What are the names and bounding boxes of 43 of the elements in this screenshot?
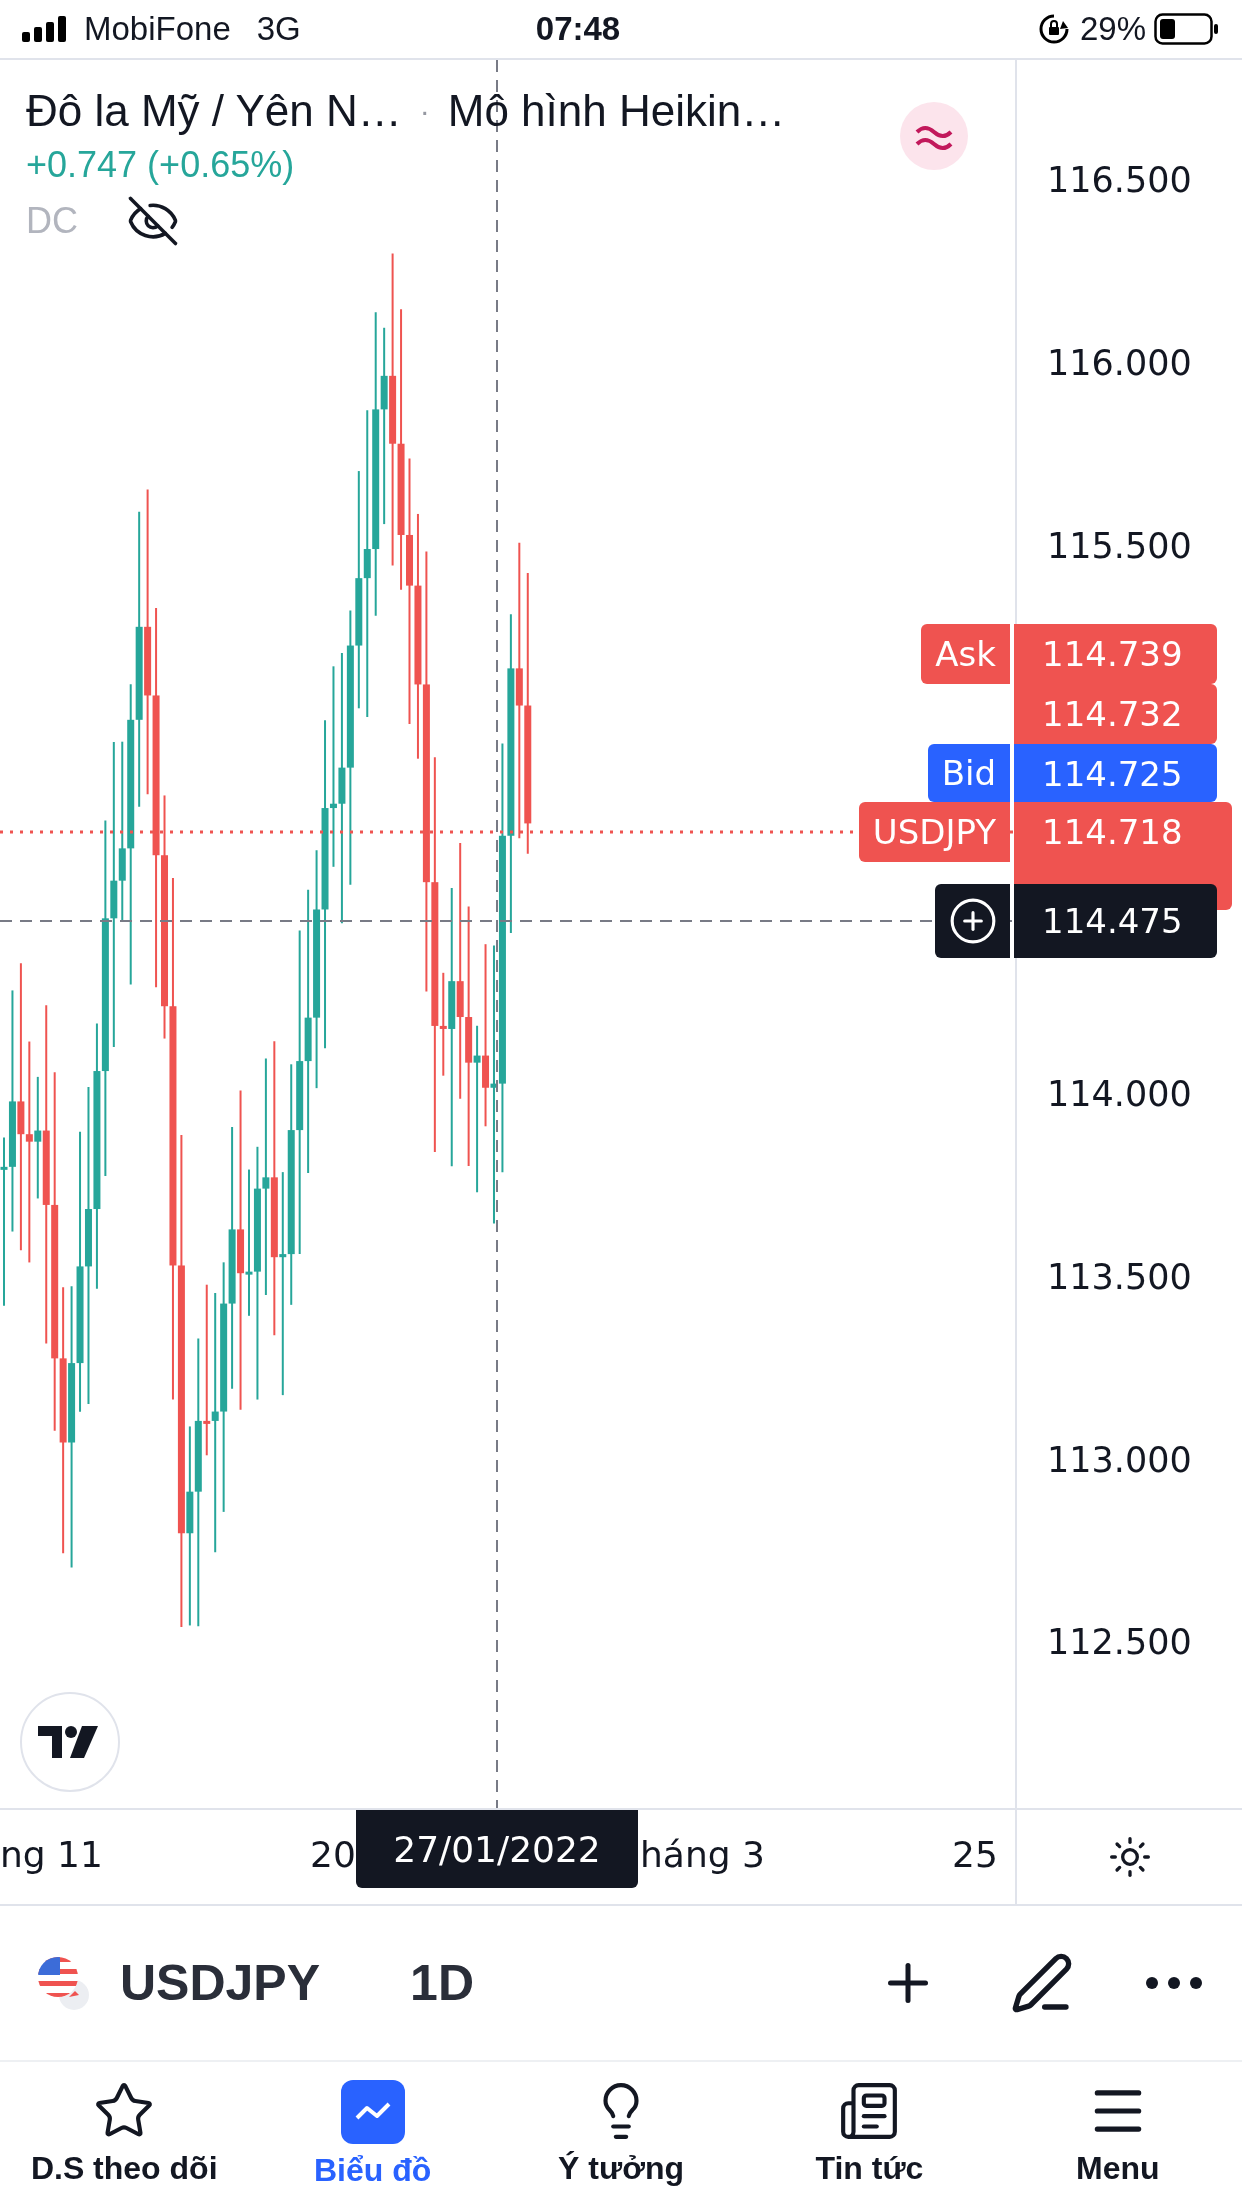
price-label: 115.500 xyxy=(1046,524,1193,568)
chart-type-title[interactable]: Mô hình Heikin… xyxy=(447,86,786,136)
rotation-lock-icon xyxy=(1037,13,1070,45)
price-label: 113.500 xyxy=(1046,1255,1193,1299)
tab[interactable]: Menu xyxy=(993,2062,1242,2208)
price-tag-label: Bid xyxy=(927,744,1010,802)
date-label: háng 3 xyxy=(640,1834,765,1875)
price-label: 112.500 xyxy=(1046,1621,1193,1665)
crosshair-date: 27/01/2022 xyxy=(356,1810,638,1888)
interval-button[interactable]: 1D xyxy=(410,1954,474,2012)
date-label: 20 xyxy=(310,1834,356,1875)
symbol-name[interactable]: USDJPY xyxy=(120,1954,321,2012)
chart-icon xyxy=(340,2080,405,2144)
battery-icon xyxy=(1154,13,1220,45)
tab[interactable]: D.S theo dõi xyxy=(0,2062,249,2208)
price-label: 116.500 xyxy=(1046,159,1193,202)
price-tag: 114.739 xyxy=(1014,624,1217,684)
price-tag: 114.732 xyxy=(1014,684,1217,744)
tab[interactable]: Ý tưởng xyxy=(496,2062,746,2208)
add-alert-button[interactable] xyxy=(935,884,1010,958)
date-label: 25 xyxy=(952,1834,998,1875)
price-change: +0.747 (+0.65%) xyxy=(26,144,296,186)
tab[interactable]: Tin tức xyxy=(745,2062,994,2208)
more-icon xyxy=(1146,1977,1202,1989)
date-label: ng 11 xyxy=(0,1834,103,1875)
eye-off-icon[interactable] xyxy=(126,194,180,248)
separator-dot: · xyxy=(419,94,430,128)
symbol-title[interactable]: Đô la Mỹ / Yên N… xyxy=(26,86,402,136)
network-type: 3G xyxy=(256,10,301,48)
clock: 07:48 xyxy=(535,10,621,48)
price-label: 113.000 xyxy=(1046,1438,1193,1482)
price-label: 116.000 xyxy=(1046,341,1193,385)
settings-icon[interactable] xyxy=(1107,1835,1152,1879)
symbol-tag: USDJPY xyxy=(858,802,1010,862)
tab[interactable]: Biểu đồ xyxy=(248,2062,497,2208)
carrier-name: MobiFone xyxy=(84,10,231,48)
price-tag-label: Ask xyxy=(921,624,1010,684)
crosshair-price-tag: 114.475 xyxy=(1014,884,1217,958)
battery-percent: 29% xyxy=(1079,10,1146,48)
indicator-name: DC xyxy=(26,200,78,242)
price-tag: 114.725 xyxy=(1014,744,1217,802)
price-label: 114.000 xyxy=(1046,1073,1193,1116)
pen-icon xyxy=(1010,1951,1074,2015)
